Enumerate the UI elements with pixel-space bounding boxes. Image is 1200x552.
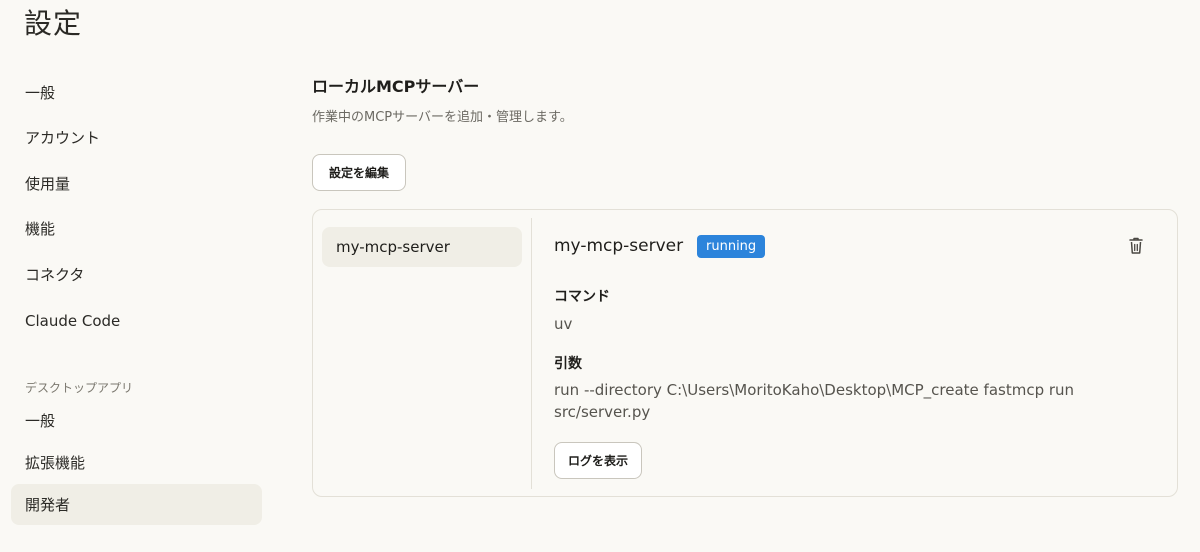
trash-icon[interactable]	[1126, 235, 1146, 257]
desktop-section-label: デスクトップアプリ	[25, 381, 134, 395]
args-label: 引数	[554, 356, 582, 372]
command-label: コマンド	[554, 289, 610, 305]
sidebar-item-account[interactable]: アカウント	[11, 117, 262, 158]
section-description: 作業中のMCPサーバーを追加・管理します。	[312, 110, 573, 125]
server-panel: my-mcp-server my-mcp-server running コマンド…	[312, 209, 1178, 497]
page-title: 設定	[24, 7, 83, 40]
sidebar-item-connectors[interactable]: コネクタ	[11, 254, 262, 295]
sidebar-item-extensions[interactable]: 拡張機能	[11, 442, 262, 483]
show-log-button[interactable]: ログを表示	[554, 442, 642, 479]
section-title: ローカルMCPサーバー	[312, 77, 480, 96]
edit-config-button[interactable]: 設定を編集	[312, 154, 406, 191]
panel-divider	[531, 218, 532, 489]
sidebar-item-features[interactable]: 機能	[11, 208, 262, 249]
sidebar-item-general[interactable]: 一般	[11, 72, 262, 113]
command-value: uv	[554, 315, 573, 333]
settings-page: 設定 一般 アカウント 使用量 機能 コネクタ Claude Code デスクト…	[0, 0, 1200, 552]
sidebar-item-developer[interactable]: 開発者	[11, 484, 262, 525]
sidebar-item-usage[interactable]: 使用量	[11, 163, 262, 204]
server-detail-name: my-mcp-server	[554, 236, 684, 256]
status-badge: running	[697, 235, 766, 258]
sidebar-item-claude-code[interactable]: Claude Code	[11, 300, 262, 341]
server-list-item[interactable]: my-mcp-server	[322, 227, 522, 267]
args-value: run --directory C:\Users\MoritoKaho\Desk…	[554, 381, 1075, 421]
sidebar-item-desktop-general[interactable]: 一般	[11, 400, 262, 441]
